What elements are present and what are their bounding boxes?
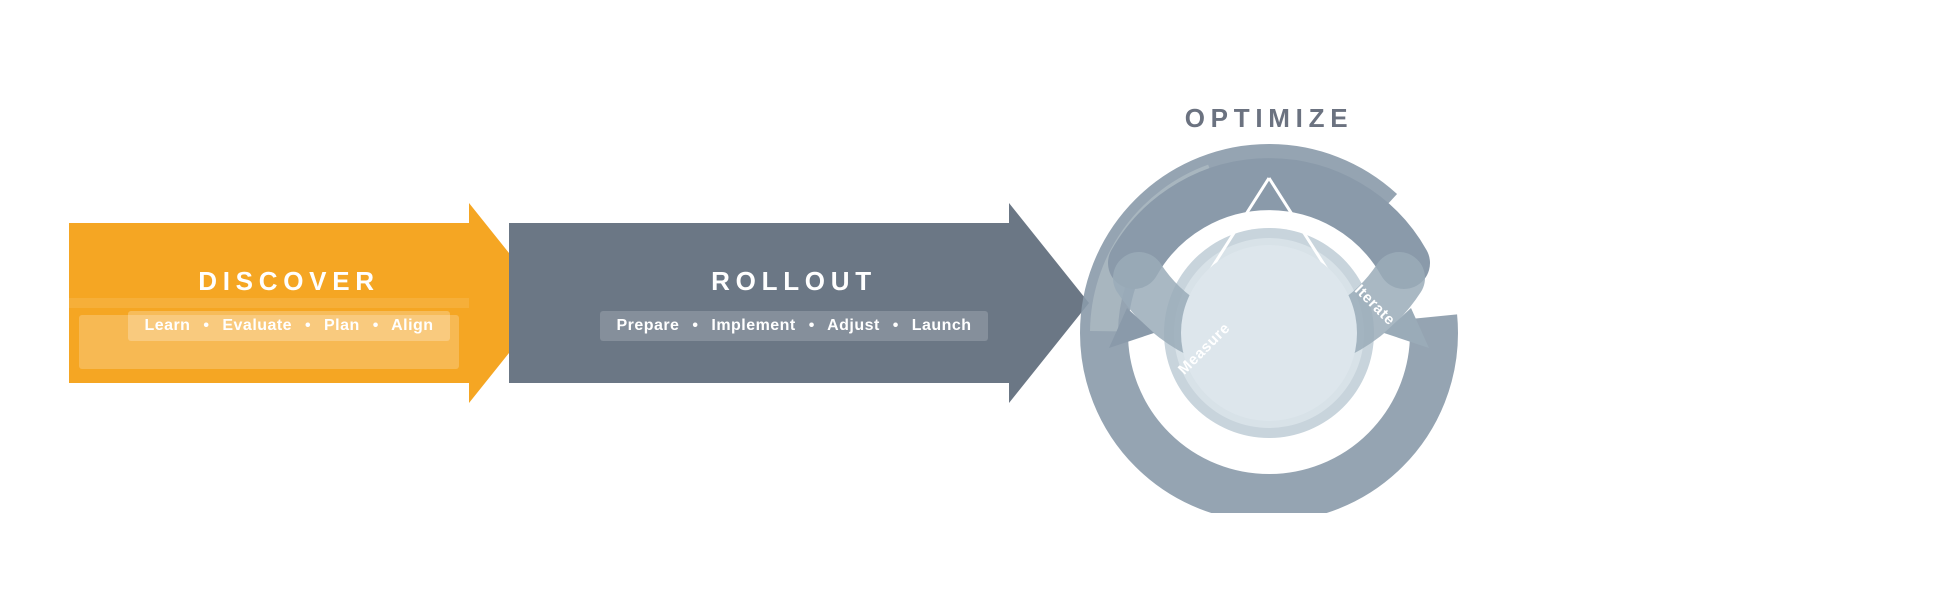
discover-dot-2: • <box>305 317 311 334</box>
discover-phase: DISCOVER Learn • Evaluate • Plan • Align <box>69 203 549 403</box>
discover-shape: DISCOVER Learn • Evaluate • Plan • Align <box>69 203 549 403</box>
rollout-title: ROLLOUT <box>711 266 877 297</box>
rollout-item-prepare: Prepare <box>616 317 679 334</box>
rollout-dot-2: • <box>809 317 815 334</box>
rollout-item-launch: Launch <box>912 317 972 334</box>
rollout-subtitle: Prepare • Implement • Adjust • Launch <box>600 311 987 341</box>
svg-text:Motivate: Motivate <box>1239 215 1306 232</box>
rollout-item-implement: Implement <box>711 317 795 334</box>
discover-item-align: Align <box>391 317 433 334</box>
discover-title: DISCOVER <box>198 266 380 297</box>
rollout-phase: ROLLOUT Prepare • Implement • Adjust • L… <box>509 203 1089 403</box>
discover-item-plan: Plan <box>324 317 360 334</box>
discover-text-overlay: DISCOVER Learn • Evaluate • Plan • Align <box>69 203 489 403</box>
discover-item-evaluate: Evaluate <box>222 317 292 334</box>
rollout-item-adjust: Adjust <box>827 317 880 334</box>
rollout-dot-3: • <box>893 317 899 334</box>
rollout-text-overlay: ROLLOUT Prepare • Implement • Adjust • L… <box>549 203 1039 403</box>
rollout-dot-1: • <box>692 317 698 334</box>
diagram-container: DISCOVER Learn • Evaluate • Plan • Align… <box>69 63 1869 543</box>
optimize-phase: OPTIMIZE <box>1059 73 1479 533</box>
discover-dot-1: • <box>203 317 209 334</box>
discover-dot-3: • <box>373 317 379 334</box>
optimize-circle-diagram: Measure Motivate Iterate <box>1079 133 1459 513</box>
optimize-title: OPTIMIZE <box>1185 103 1354 134</box>
discover-subtitle: Learn • Evaluate • Plan • Align <box>128 311 449 341</box>
discover-item-learn: Learn <box>144 317 190 334</box>
